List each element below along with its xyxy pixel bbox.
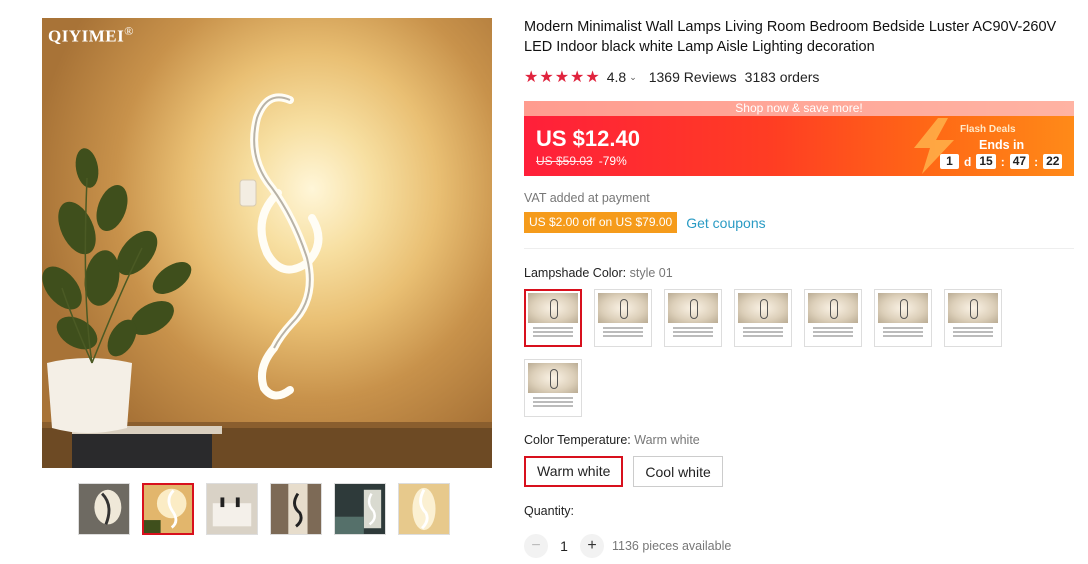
temperature-option-cool-white[interactable]: Cool white (633, 456, 723, 487)
quantity-stepper: − 1 + 1136 pieces available (524, 534, 731, 558)
thumbnail-strip (78, 483, 450, 535)
quantity-decrease-button[interactable]: − (524, 534, 548, 558)
lampshade-swatches (524, 289, 1024, 417)
coupon-tag[interactable]: US $2.00 off on US $79.00 (524, 212, 678, 233)
orders-count: 3183 orders (744, 69, 820, 85)
countdown-timer: 1 d 15 : 47 : 22 (940, 154, 1063, 169)
countdown-hours: 15 (976, 154, 996, 169)
temperature-selected-value: Warm white (630, 433, 700, 447)
original-price-row: US $59.03 -79% (536, 154, 627, 168)
main-product-image[interactable]: QIYIMEI® (42, 18, 492, 468)
color-temperature-label: Color Temperature: Warm white (524, 433, 700, 447)
thumbnail[interactable] (398, 483, 450, 535)
temperature-options: Warm white Cool white (524, 456, 723, 487)
get-coupons-link[interactable]: Get coupons (686, 215, 765, 231)
quantity-increase-button[interactable]: + (580, 534, 604, 558)
countdown-minutes: 47 (1009, 154, 1030, 169)
rating-row: ★★★★★ 4.8 ⌄ 1369 Reviews 3183 orders (524, 67, 819, 87)
thumbnail[interactable] (334, 483, 386, 535)
rating-value[interactable]: 4.8 (607, 69, 626, 85)
divider (524, 248, 1074, 249)
flash-deals-label: Flash Deals (960, 124, 1016, 135)
coupon-row: US $2.00 off on US $79.00 Get coupons (524, 212, 766, 233)
lampshade-selected-value: style 01 (626, 266, 673, 280)
quantity-label: Quantity: (524, 504, 575, 518)
original-price: US $59.03 (536, 154, 593, 168)
thumbnail[interactable] (206, 483, 258, 535)
lampshade-color-label: Lampshade Color: style 01 (524, 266, 673, 280)
flash-deal-price-box: US $12.40 US $59.03 -79% Flash Deals Ends… (524, 116, 1074, 176)
lampshade-swatch-style-01[interactable] (524, 289, 582, 347)
ends-in-label: Ends in (979, 138, 1025, 152)
discount-badge: -79% (598, 154, 627, 168)
lampshade-swatch-style-06[interactable] (874, 289, 932, 347)
countdown-separator: : (1000, 154, 1005, 169)
current-price: US $12.40 (536, 126, 640, 151)
lampshade-swatch-style-05[interactable] (804, 289, 862, 347)
product-title: Modern Minimalist Wall Lamps Living Room… (524, 19, 1057, 55)
lamp-photo (42, 93, 492, 468)
countdown-days-label: d (964, 154, 972, 169)
countdown-days: 1 (940, 154, 959, 169)
lampshade-swatch-style-02[interactable] (594, 289, 652, 347)
promo-strip[interactable]: Shop now & save more! (524, 101, 1074, 116)
countdown-seconds: 22 (1043, 154, 1063, 169)
temperature-option-warm-white[interactable]: Warm white (524, 456, 624, 487)
brand-watermark: QIYIMEI® (48, 24, 134, 46)
thumbnail[interactable] (270, 483, 322, 535)
thumbnail[interactable] (78, 483, 130, 535)
vat-note: VAT added at payment (524, 191, 650, 205)
quantity-value[interactable]: 1 (548, 538, 580, 554)
reviews-count[interactable]: 1369 Reviews (649, 69, 737, 85)
lampshade-swatch-style-03[interactable] (664, 289, 722, 347)
rating-stars: ★★★★★ (524, 69, 601, 86)
countdown-separator: : (1034, 154, 1039, 169)
chevron-down-icon[interactable]: ⌄ (629, 72, 637, 83)
lampshade-swatch-style-04[interactable] (734, 289, 792, 347)
thumbnail-active[interactable] (142, 483, 194, 535)
lampshade-swatch-style-07[interactable] (944, 289, 1002, 347)
pieces-available: 1136 pieces available (612, 539, 732, 553)
lampshade-swatch-style-08[interactable] (524, 359, 582, 417)
